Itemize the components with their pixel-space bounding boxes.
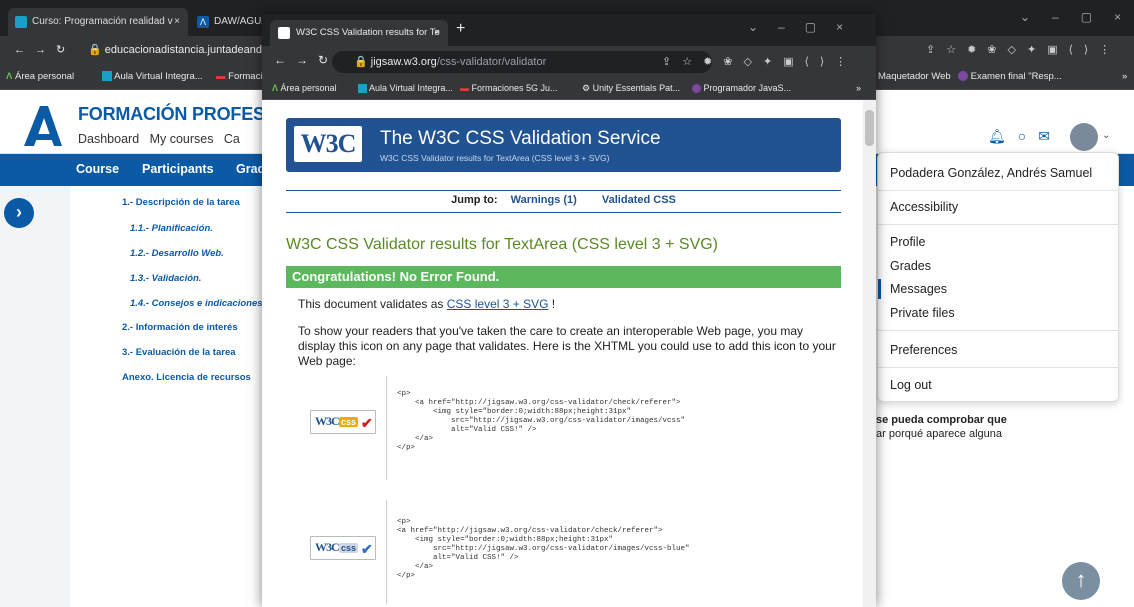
bookmark-aula-virtual[interactable]: Aula Virtual Integra... [358, 76, 453, 100]
menu-grades[interactable]: Grades [890, 259, 931, 273]
left-gutter [0, 186, 70, 607]
results-heading: W3C CSS Validator results for TextArea (… [286, 236, 719, 253]
tab-course[interactable]: Course [76, 162, 119, 176]
valid-css-blue-badge[interactable]: W3C css ✔ [310, 536, 376, 560]
tab-grades[interactable]: Grad [236, 162, 265, 176]
jump-to-bar: Jump to: Warnings (1) Validated CSS [451, 194, 676, 206]
window-controls[interactable]: ⌄–▢× [1020, 10, 1134, 24]
front-url-field[interactable]: 🔒 jigsaw.w3.org/css-validator/validator [332, 51, 712, 73]
tab-participants[interactable]: Participants [142, 162, 214, 176]
bookmark-unity[interactable]: ⚙ Unity Essentials Pat... [582, 76, 680, 100]
toc-item[interactable]: 1.1.- Planificación. [130, 223, 213, 234]
page-scrollbar[interactable] [863, 100, 876, 607]
success-banner: Congratulations! No Error Found. [286, 266, 841, 288]
toc-item[interactable]: 1.2.- Desarrollo Web. [130, 248, 224, 259]
active-indicator [878, 279, 881, 299]
bookmark-formaciones[interactable]: ▬ Formaci [216, 64, 262, 90]
toc-item[interactable]: 1.- Descripción de la tarea [122, 197, 240, 208]
code-snippet[interactable]: <p> <a href="http://jigsaw.w3.org/css-va… [397, 518, 690, 581]
checkmark-icon: ✔ [361, 541, 373, 557]
content-fragment: ar porqué aparece alguna [876, 428, 1002, 440]
toc-item[interactable]: 1.3.- Validación. [130, 273, 201, 284]
bookmark-formaciones[interactable]: ▬ Formaciones 5G Ju... [460, 76, 558, 100]
top-navigation: Dashboard My courses Ca [78, 132, 240, 146]
andalucia-logo-icon[interactable] [22, 104, 64, 148]
jump-validated-css-link[interactable]: Validated CSS [602, 194, 676, 206]
toc-item[interactable]: 3.- Evaluación de la tarea [122, 347, 236, 358]
nav-truncated[interactable]: Ca [224, 132, 240, 146]
nav-buttons[interactable]: ←→↻ [14, 38, 75, 62]
back-tab-course[interactable]: Curso: Programación realidad v × [8, 8, 188, 36]
toc-item[interactable]: 2.- Información de interés [122, 322, 238, 333]
user-avatar[interactable] [1070, 123, 1098, 151]
menu-accessibility[interactable]: Accessibility [890, 200, 958, 214]
extension-icons[interactable]: ⇪☆✹❀◇✦▣⟨⟩⋮ [926, 38, 1121, 62]
front-tab-w3c[interactable]: W3C CSS Validation results for Te × [270, 20, 448, 46]
menu-private-files[interactable]: Private files [890, 306, 955, 320]
menu-log-out[interactable]: Log out [890, 378, 932, 392]
andalucia-favicon-icon: Λ [197, 16, 209, 28]
code-snippet[interactable]: <p> <a href="http://jigsaw.w3.org/css-va… [397, 390, 685, 453]
nav-buttons[interactable]: ←→↻ [274, 53, 338, 67]
avatar-chevron-down-icon[interactable]: ⌄ [1102, 130, 1110, 141]
bookmarks-overflow-icon[interactable]: » [1122, 64, 1127, 90]
content-fragment: se pueda comprobar que [876, 414, 1007, 426]
bookmark-aula-virtual[interactable]: Aula Virtual Integra... [102, 64, 203, 90]
chat-icon: ○ [1017, 128, 1039, 144]
bookmark-area-personal[interactable]: Λ Área personal [272, 76, 337, 100]
bookmarks-overflow-icon[interactable]: » [856, 76, 861, 100]
close-tab-icon[interactable]: × [174, 8, 180, 36]
jump-warnings-link[interactable]: Warnings (1) [511, 194, 577, 206]
menu-messages[interactable]: Messages [890, 282, 947, 296]
page-title: The W3C CSS Validation Service [380, 128, 661, 149]
new-tab-plus-icon[interactable]: + [456, 20, 465, 38]
nav-dashboard[interactable]: Dashboard [78, 132, 139, 146]
w3c-logo[interactable]: W3C [294, 126, 362, 162]
mail-icon: ✉ [1038, 128, 1062, 144]
back-to-top-arrow-up-icon[interactable]: ↑ [1062, 562, 1100, 600]
w3c-favicon-icon [278, 27, 290, 39]
toc-item[interactable]: Anexo. Licencia de recursos [122, 372, 251, 383]
page-subtitle: W3C CSS Validator results for TextArea (… [380, 153, 610, 163]
menu-preferences[interactable]: Preferences [890, 343, 957, 357]
code-sample-2: <p> <a href="http://jigsaw.w3.org/css-va… [386, 500, 816, 604]
code-sample-1: <p> <a href="http://jigsaw.w3.org/css-va… [386, 376, 816, 480]
validates-statement: This document validates as CSS level 3 +… [298, 297, 556, 311]
scrollbar-thumb[interactable] [865, 110, 874, 146]
close-tab-icon[interactable]: × [434, 20, 440, 46]
extension-icons[interactable]: ⇪☆✹❀◇✦▣⟨⟩⋮ [662, 55, 857, 68]
toc-item[interactable]: 1.4.- Consejos e indicaciones [130, 298, 263, 309]
bookmark-maquetador[interactable]: Maquetador Web [878, 64, 951, 90]
bell-icon: 🔔︎ [988, 128, 1018, 144]
back-url-field[interactable]: 🔒 educacionadistancia.juntadeanda [88, 38, 268, 62]
header-icons[interactable]: 🔔︎○✉ [988, 128, 1062, 145]
menu-user-name[interactable]: Podadera González, Andrés Samuel [890, 166, 1092, 180]
menu-profile[interactable]: Profile [890, 235, 925, 249]
bookmark-area-personal[interactable]: Λ Área personal [6, 64, 74, 90]
foreground-browser-window: W3C CSS Validation results for Te × + ⌄–… [262, 14, 876, 607]
nav-my-courses[interactable]: My courses [150, 132, 214, 146]
user-dropdown-menu: Podadera González, Andrés Samuel Accessi… [877, 152, 1119, 402]
valid-css-badge[interactable]: W3C css ✔ [310, 410, 376, 434]
checkmark-icon: ✔ [361, 415, 373, 431]
back-tab-daw[interactable]: Λ DAW/AGUA [190, 8, 262, 36]
window-controls[interactable]: ⌄–▢× [748, 20, 863, 34]
css-level-link[interactable]: CSS level 3 + SVG [447, 297, 549, 311]
bookmark-programador[interactable]: Programador JavaS... [692, 76, 791, 100]
badge-instructions: To show your readers that you've taken t… [298, 324, 836, 368]
bookmark-examen-final[interactable]: Examen final "Resp... [958, 64, 1062, 90]
moodle-favicon-icon [15, 16, 27, 28]
drawer-toggle-chevron-right-icon[interactable]: › [4, 198, 34, 228]
